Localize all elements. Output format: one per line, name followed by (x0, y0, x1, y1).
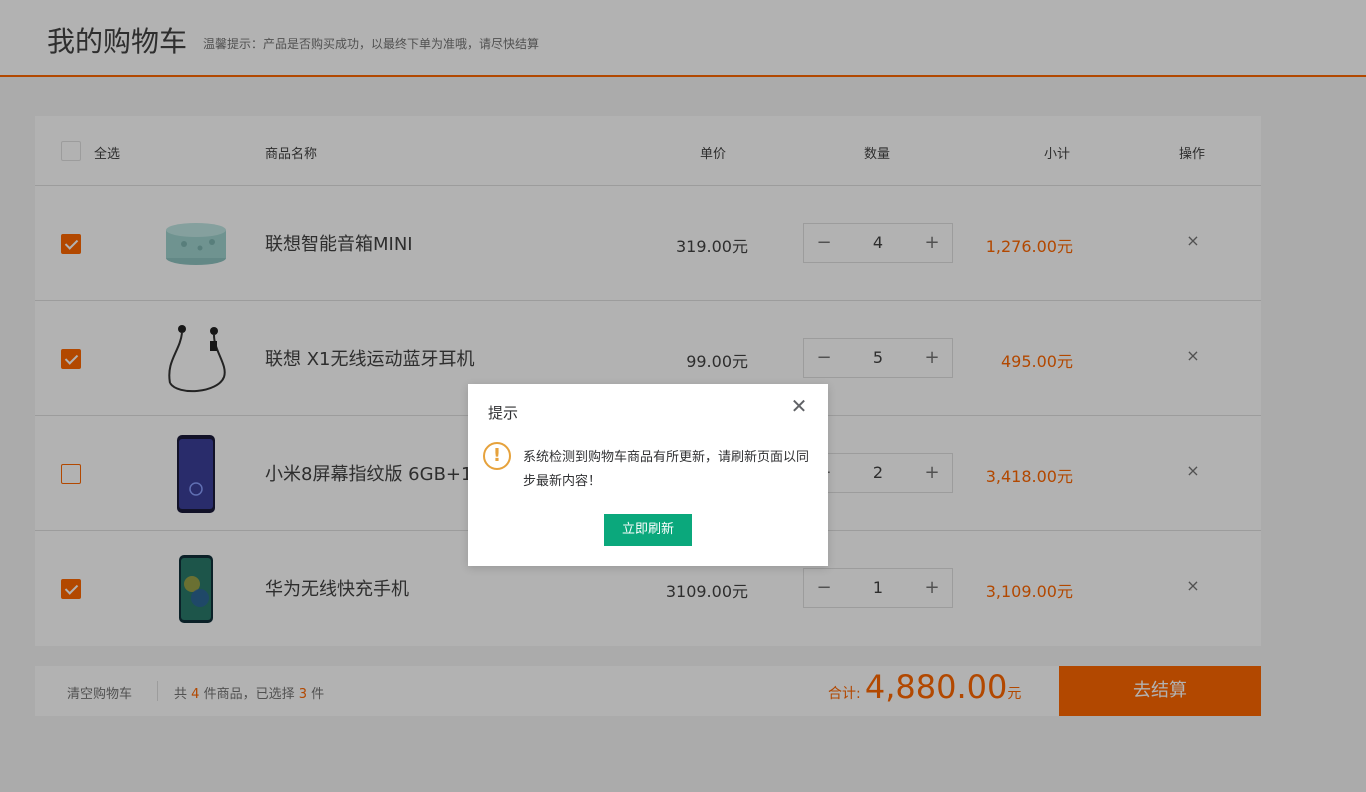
update-notice-dialog: 提示 ✕ ! 系统检测到购物车商品有所更新，请刷新页面以同步最新内容！ 立即刷新 (468, 384, 828, 566)
dialog-title: 提示 (488, 404, 519, 422)
dialog-message: 系统检测到购物车商品有所更新，请刷新页面以同步最新内容！ (523, 450, 810, 489)
close-icon[interactable]: ✕ (790, 396, 808, 416)
warning-icon: ! (483, 442, 511, 470)
refresh-now-button[interactable]: 立即刷新 (604, 514, 692, 546)
